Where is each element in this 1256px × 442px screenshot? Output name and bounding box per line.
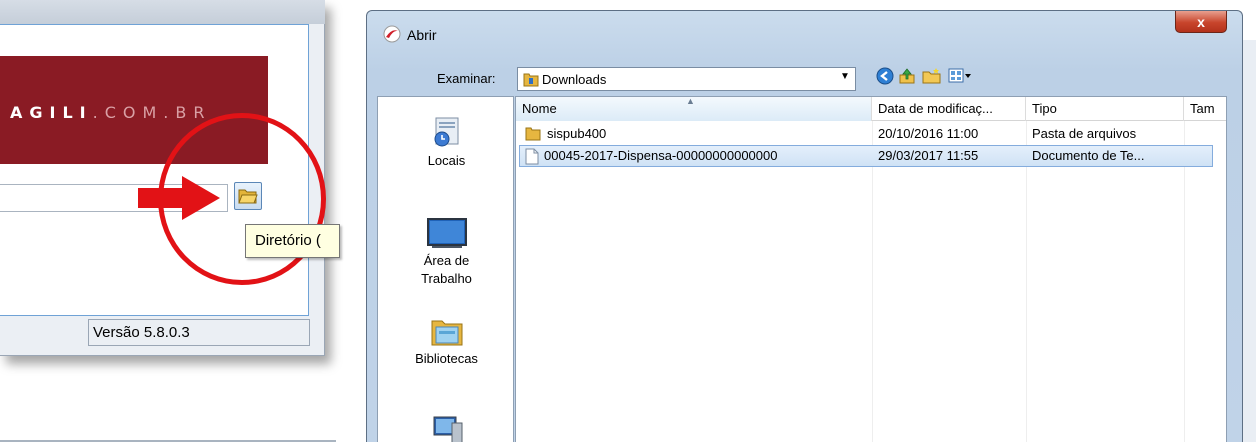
status-bar-version: Versão 5.8.0.3	[88, 319, 310, 346]
close-icon: x	[1197, 13, 1205, 30]
look-in-dropdown[interactable]: Downloads ▼	[517, 67, 856, 91]
tooltip-text: Diretório (	[255, 232, 321, 249]
open-file-dialog: Abrir x Examinar: Downloads ▼ Locais Áre…	[366, 10, 1243, 442]
file-row-folder[interactable]: sispub400 20/10/2016 11:00 Pasta de arqu…	[519, 123, 1213, 145]
dialog-title: Abrir	[407, 27, 437, 43]
new-folder-button[interactable]	[922, 66, 942, 86]
place-label: Área de Trabalho	[421, 253, 472, 286]
back-icon	[876, 67, 894, 85]
app-window-frame: AGILI.COM.BR Versão 5.8.0.3	[0, 0, 326, 356]
red-circle-annotation	[158, 113, 326, 285]
version-label: Versão 5.8.0.3	[93, 324, 190, 341]
places-bar: Locais Área de Trabalho Bibliotecas	[377, 96, 514, 442]
close-button[interactable]: x	[1175, 11, 1227, 33]
look-in-value: Downloads	[542, 72, 607, 87]
text-document-icon	[525, 148, 539, 165]
column-header-size[interactable]: Tam	[1184, 97, 1226, 121]
tooltip: Diretório (	[245, 224, 340, 258]
recent-places-icon	[434, 117, 458, 147]
up-folder-button[interactable]	[897, 66, 917, 86]
column-divider	[1184, 121, 1185, 442]
column-header-date[interactable]: Data de modificaç...	[872, 97, 1026, 121]
up-folder-icon	[899, 68, 915, 84]
place-label: Bibliotecas	[415, 351, 478, 366]
folder-icon	[525, 127, 541, 141]
sort-ascending-icon: ▲	[686, 97, 695, 106]
place-libraries[interactable]: Bibliotecas	[378, 315, 515, 368]
column-divider	[872, 121, 873, 442]
back-button[interactable]	[875, 66, 895, 86]
column-header-name[interactable]: Nome ▲	[516, 97, 872, 121]
dialog-titlebar[interactable]: Abrir x	[367, 11, 1242, 53]
file-date: 20/10/2016 11:00	[878, 126, 979, 141]
file-list-view: Nome ▲ Data de modificaç... Tipo Tam sis…	[515, 96, 1227, 442]
file-type: Documento de Te...	[1032, 148, 1145, 163]
place-computer[interactable]	[378, 415, 515, 442]
background-app-window: AGILI.COM.BR Versão 5.8.0.3 Diretório (	[0, 0, 340, 372]
brand-banner-text: AGILI.COM.BR	[10, 103, 212, 122]
file-name: 00045-2017-Dispensa-00000000000000	[544, 148, 778, 163]
column-divider	[1026, 121, 1027, 442]
column-header-type[interactable]: Tipo	[1026, 97, 1184, 121]
app-logo-icon	[383, 25, 401, 43]
file-name: sispub400	[547, 126, 607, 141]
place-desktop[interactable]: Área de Trabalho	[378, 217, 515, 288]
app-top-strip	[0, 0, 325, 24]
background-window-edge	[1243, 40, 1256, 442]
view-menu-button[interactable]	[947, 66, 973, 86]
place-label: Locais	[427, 153, 466, 168]
file-date: 29/03/2017 11:55	[878, 148, 979, 163]
downloads-folder-icon	[523, 73, 539, 87]
desktop-icon	[426, 218, 467, 248]
new-folder-icon	[922, 68, 941, 84]
computer-icon	[433, 416, 462, 442]
column-header-row: Nome ▲ Data de modificaç... Tipo Tam	[516, 97, 1226, 121]
look-in-bar: Examinar: Downloads ▼	[367, 63, 1242, 93]
chevron-down-icon: ▼	[840, 71, 850, 82]
file-row-selected[interactable]: 00045-2017-Dispensa-00000000000000 29/03…	[519, 145, 1213, 167]
place-recent[interactable]: Locais	[378, 115, 515, 170]
file-type: Pasta de arquivos	[1032, 126, 1137, 141]
libraries-icon	[431, 320, 462, 346]
look-in-label: Examinar:	[437, 71, 496, 86]
view-menu-icon	[948, 68, 971, 83]
